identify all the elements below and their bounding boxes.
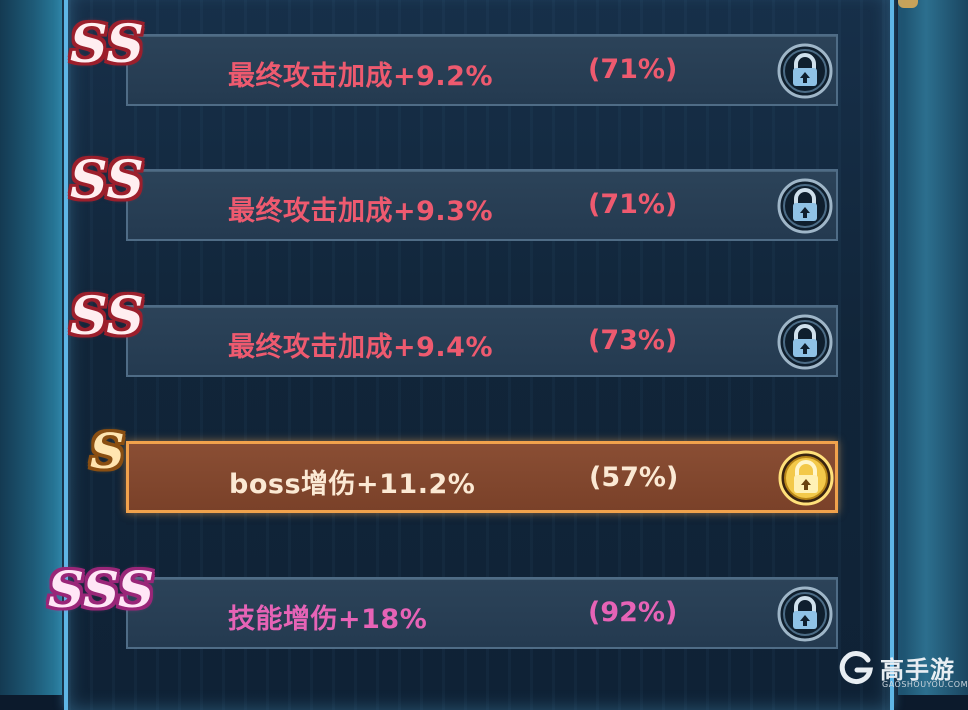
lock-icon[interactable] (777, 449, 835, 507)
attribute-row-selected[interactable]: boss增伤+11.2% (57%) (126, 441, 838, 513)
attribute-percent: (57%) (589, 462, 679, 493)
lock-icon[interactable] (776, 177, 834, 235)
attribute-percent: (71%) (588, 54, 678, 85)
frame-corner-ornament (898, 0, 918, 8)
attribute-stat: 最终攻击加成+9.4% (228, 332, 494, 363)
lock-icon[interactable] (776, 42, 834, 100)
grade-badge: SSS (48, 560, 155, 619)
attribute-row[interactable]: 最终攻击加成+9.2% (71%) (126, 34, 838, 106)
grade-badge: SS (70, 286, 144, 347)
attribute-row[interactable]: 最终攻击加成+9.4% (73%) (126, 305, 838, 377)
attribute-stat: 技能增伤+18% (228, 604, 428, 635)
grade-badge: S (90, 424, 125, 480)
lock-icon[interactable] (776, 585, 834, 643)
right-backdrop (898, 0, 968, 695)
attribute-stat: 最终攻击加成+9.2% (228, 61, 494, 92)
attribute-stat: boss增伤+11.2% (229, 469, 476, 500)
watermark-logo-icon (839, 651, 873, 685)
grade-badge: SS (70, 14, 144, 75)
lock-icon[interactable] (776, 313, 834, 371)
grade-badge: SS (70, 150, 144, 211)
watermark-url: GAOSHOUYOU.COM (882, 680, 968, 689)
attribute-stat: 最终攻击加成+9.3% (228, 196, 494, 227)
watermark: 高手游 GAOSHOUYOU.COM (838, 648, 968, 692)
attribute-percent: (71%) (588, 189, 678, 220)
attribute-percent: (92%) (588, 597, 678, 628)
attribute-row[interactable]: 最终攻击加成+9.3% (71%) (126, 169, 838, 241)
attribute-row[interactable]: 技能增伤+18% (92%) (126, 577, 838, 649)
attribute-percent: (73%) (588, 325, 678, 356)
